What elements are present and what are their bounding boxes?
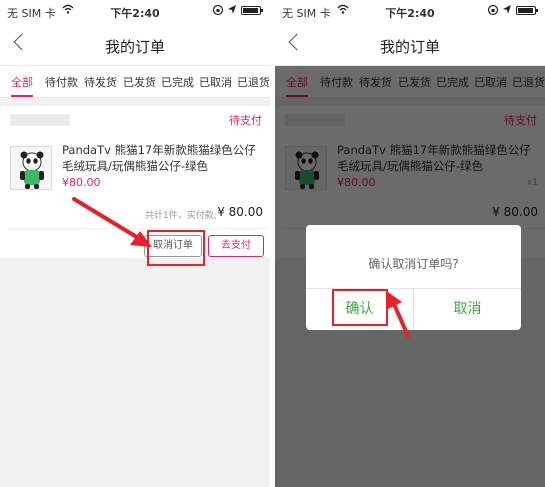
confirm-button[interactable]: 确认 (306, 288, 413, 330)
nav-bar: 我的订单 (275, 22, 545, 66)
page-title: 我的订单 (104, 38, 165, 56)
tab-returned[interactable]: 已退货 (237, 74, 270, 90)
status-bar: 无 SIM 卡 下午2:40 (0, 0, 270, 22)
pay-button[interactable]: 去支付 (208, 235, 264, 257)
phone-screen-right: 无 SIM 卡 下午2:40 我的订单 全部 待付款 待发货 已发货 已完成 已… (275, 0, 545, 487)
panda-plush-image (20, 151, 44, 189)
active-tab-indicator (11, 95, 33, 97)
divider (8, 228, 270, 229)
tab-shipped[interactable]: 已发货 (123, 74, 156, 90)
tab-all[interactable]: 全部 (11, 74, 33, 90)
store-name-blurred (10, 114, 70, 126)
battery-icon (516, 6, 538, 15)
order-total: ¥ 80.00 (217, 205, 263, 219)
product-price: ¥80.00 (62, 176, 101, 189)
order-tabs: 全部 待付款 待发货 已发货 已完成 已取消 已退货 (0, 66, 270, 98)
tab-pending-payment[interactable]: 待付款 (45, 74, 78, 90)
page-title: 我的订单 (379, 38, 440, 56)
dialog-cancel-button[interactable]: 取消 (414, 288, 521, 330)
order-status: 待支付 (229, 114, 262, 127)
dialog-message: 确认取消订单吗? (368, 257, 459, 271)
nav-bar: 我的订单 (0, 22, 270, 66)
battery-icon (241, 6, 263, 15)
cancel-order-button[interactable]: 取消订单 (144, 235, 202, 257)
tab-cancelled[interactable]: 已取消 (199, 74, 232, 90)
product-name[interactable]: PandaTv 熊猫17年新款熊猫绿色公仔毛绒玩具/玩偶熊猫公仔-绿色 (62, 142, 266, 174)
tab-pending-shipment[interactable]: 待发货 (84, 74, 117, 90)
order-card[interactable]: 待支付 PandaTv 熊猫17年新款熊猫绿色公仔毛绒玩具/玩偶熊猫公仔-绿色 … (0, 106, 270, 258)
tab-completed[interactable]: 已完成 (161, 74, 194, 90)
phone-screen-left: 无 SIM 卡 下午2:40 我的订单 全部 待付款 待发货 已发货 已完成 已… (0, 0, 270, 487)
order-summary: 共计1件，实付款: (145, 211, 217, 221)
product-thumbnail[interactable] (10, 146, 52, 190)
location-icon (227, 4, 237, 19)
status-bar: 无 SIM 卡 下午2:40 (275, 0, 545, 22)
rotation-lock-icon (487, 4, 499, 19)
location-icon (502, 4, 512, 19)
confirm-dialog: 确认取消订单吗? 确认 取消 (306, 225, 521, 330)
rotation-lock-icon (212, 4, 224, 19)
